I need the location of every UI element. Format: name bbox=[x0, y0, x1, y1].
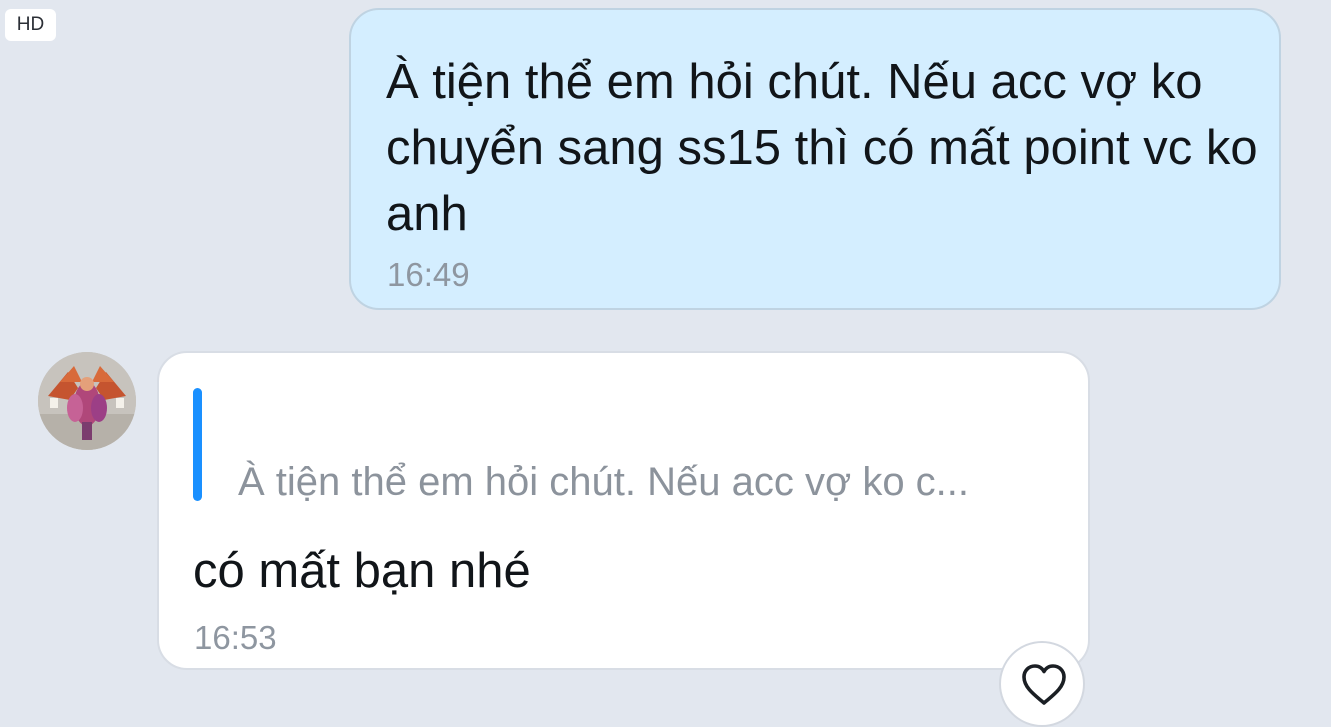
avatar[interactable] bbox=[38, 352, 136, 450]
received-message-text: có mất bạn nhé bbox=[193, 544, 531, 598]
quoted-message-preview[interactable]: À tiện thể em hỏi chút. Nếu acc vợ ko c.… bbox=[238, 460, 969, 505]
sent-message-time: 16:49 bbox=[387, 256, 470, 293]
react-heart-button[interactable] bbox=[999, 641, 1085, 727]
quote-accent-bar bbox=[193, 388, 202, 501]
heart-outline-icon bbox=[1022, 664, 1066, 705]
received-message-time: 16:53 bbox=[194, 619, 277, 656]
avatar-image bbox=[38, 352, 136, 450]
sent-message-bubble[interactable]: À tiện thể em hỏi chút. Nếu acc vợ ko ch… bbox=[349, 8, 1281, 310]
sent-message-text: À tiện thể em hỏi chút. Nếu acc vợ ko ch… bbox=[386, 55, 1258, 241]
hd-badge[interactable]: HD bbox=[5, 9, 56, 41]
received-message-bubble[interactable]: À tiện thể em hỏi chút. Nếu acc vợ ko c.… bbox=[157, 351, 1090, 670]
